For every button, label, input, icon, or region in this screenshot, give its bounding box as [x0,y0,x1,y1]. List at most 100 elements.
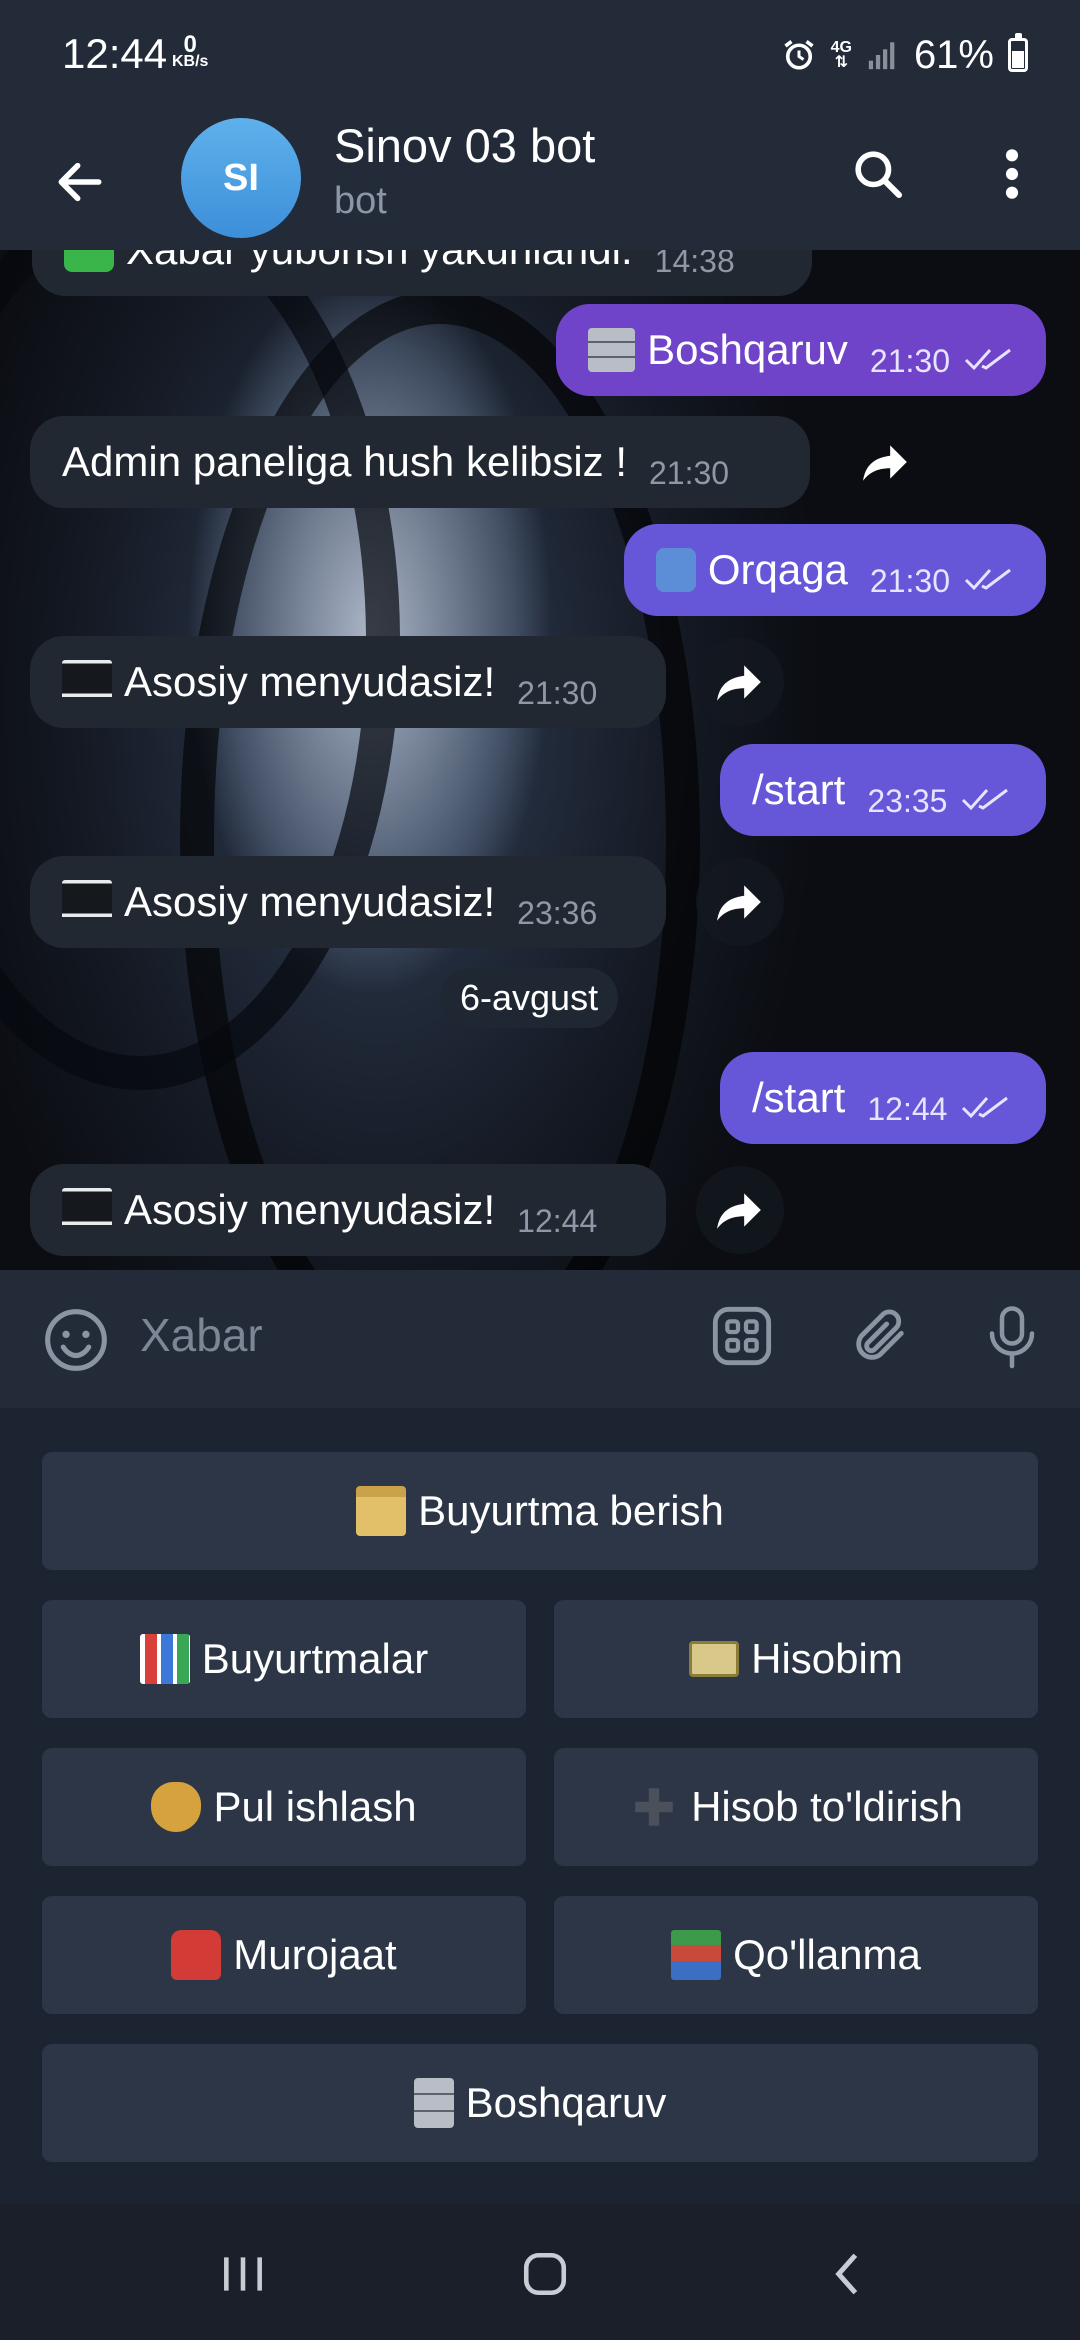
message-text: Boshqaruv [647,326,848,373]
message-text: Asosiy menyudasiz! [124,658,496,705]
attach-button[interactable] [844,1300,916,1372]
orders-button[interactable]: Buyurtmalar [42,1600,526,1718]
plus-icon [629,1782,679,1832]
guide-button[interactable]: Qo'llanma [554,1896,1038,2014]
chat-header: SI Sinov 03 bot bot [0,118,1080,250]
recent-apps-button[interactable] [198,2234,288,2314]
read-check-icon [961,1094,1011,1120]
message-time: 21:30 [517,674,598,711]
message-outgoing[interactable]: Boshqaruv 21:30 [556,304,1046,396]
chat-area[interactable]: Xabar yuborish yakunlandi. 14:38 Boshqar… [0,250,1080,1270]
date-separator: 6-avgust [440,968,619,1028]
network-speed: 0 KB/s [172,31,209,71]
message-text: Xabar yuborish yakunlandi. [126,250,633,274]
home-button[interactable] [500,2234,590,2314]
emoji-button[interactable] [40,1304,112,1376]
forward-arrow-icon [863,445,907,481]
admin-button[interactable]: Boshqaruv [42,2044,1038,2162]
network-speed-unit: KB/s [172,53,209,70]
earn-money-button[interactable]: Pul ishlash [42,1748,526,1866]
home-icon [523,2252,567,2296]
message-text: Orqaga [707,546,848,593]
smiley-icon [45,1309,107,1371]
search-icon [855,151,903,199]
chevron-left-icon [835,2253,858,2295]
back-button[interactable] [40,142,120,222]
file-cabinet-icon [588,328,636,372]
message-incoming[interactable]: Admin paneliga hush kelibsiz ! 21:30 [30,416,810,508]
share-button[interactable] [842,418,930,506]
avatar[interactable]: SI [181,118,301,238]
account-button-label: Hisobim [751,1635,903,1682]
order-button[interactable]: Buyurtma berish [42,1452,1038,1570]
message-outgoing[interactable]: /start 12:44 [720,1052,1046,1144]
message-text: Admin paneliga hush kelibsiz ! [62,438,627,485]
top-up-button[interactable]: Hisob to'ldirish [554,1748,1038,1866]
keyboard-grid-icon [712,1306,772,1366]
check-mark-icon [64,250,114,272]
message-incoming[interactable]: Asosiy menyudasiz! 21:30 [30,636,666,728]
status-time: 12:44 [62,30,168,77]
forward-arrow-icon [717,665,761,701]
paperclip-icon [856,1309,904,1360]
search-button[interactable] [838,134,918,214]
message-text: /start [752,766,846,813]
forward-arrow-icon [717,1193,761,1229]
file-cabinet-icon [413,2078,454,2128]
telephone-icon [171,1930,222,1980]
message-time: 21:30 [869,562,950,599]
status-icons: 4G ⇅ 61% [781,32,1028,78]
message-text: Asosiy menyudasiz! [124,1186,496,1233]
chat-title[interactable]: Sinov 03 bot [334,118,595,173]
signal-icon [868,42,895,70]
bar-chart-icon [139,1634,190,1684]
read-check-icon [964,566,1014,592]
message-time: 23:36 [517,894,598,931]
books-icon [671,1930,722,1980]
message-outgoing[interactable]: Orqaga 21:30 [624,524,1046,616]
contact-button[interactable]: Murojaat [42,1896,526,2014]
message-outgoing[interactable]: /start 23:35 [720,744,1046,836]
message-incoming[interactable]: Asosiy menyudasiz! 23:36 [30,856,666,948]
network-speed-value: 0 [183,31,197,58]
arrow-left-icon [58,162,102,202]
more-vertical-icon [1005,149,1019,199]
battery-icon [1008,33,1028,72]
message-incoming[interactable]: Xabar yuborish yakunlandi. 14:38 [32,250,812,296]
orders-button-label: Buyurtmalar [201,1635,429,1682]
back-nav-button[interactable] [802,2234,892,2314]
microphone-icon [989,1306,1035,1369]
share-button[interactable] [696,1166,784,1254]
message-incoming[interactable]: Asosiy menyudasiz! 12:44 [30,1164,666,1256]
forward-arrow-icon [717,885,761,921]
bot-reply-keyboard: Buyurtma berish Buyurtmalar Hisobim Pul … [0,1408,1080,2204]
network-type-icon: 4G ⇅ [830,39,852,71]
message-time: 12:44 [517,1202,598,1239]
earn-money-button-label: Pul ishlash [213,1783,417,1830]
share-button[interactable] [696,638,784,726]
more-options-button[interactable] [972,134,1052,214]
top-up-button-label: Hisob to'ldirish [691,1783,963,1830]
status-bar: 12:44 0 KB/s 4G ⇅ 61% [0,0,1080,118]
message-text: Asosiy menyudasiz! [124,878,496,925]
admin-button-label: Boshqaruv [465,2079,667,2126]
share-button[interactable] [696,858,784,946]
recent-apps-icon [224,2257,262,2291]
message-time: 14:38 [654,250,735,279]
monitor-icon [62,880,112,924]
contact-button-label: Murojaat [233,1931,397,1978]
message-text: /start [752,1074,846,1121]
battery-percent: 61% [913,32,994,77]
read-check-icon [964,346,1014,372]
folder-icon [356,1486,407,1536]
message-time: 23:35 [867,782,948,819]
read-check-icon [961,786,1011,812]
microphone-button[interactable] [976,1300,1048,1372]
message-time: 21:30 [869,342,950,379]
account-button[interactable]: Hisobim [554,1600,1038,1718]
money-bill-icon [689,1641,740,1677]
message-input[interactable]: Xabar [140,1308,263,1362]
rewind-icon [656,548,696,592]
bot-keyboard-button[interactable] [706,1300,778,1372]
message-time: 21:30 [649,454,730,491]
